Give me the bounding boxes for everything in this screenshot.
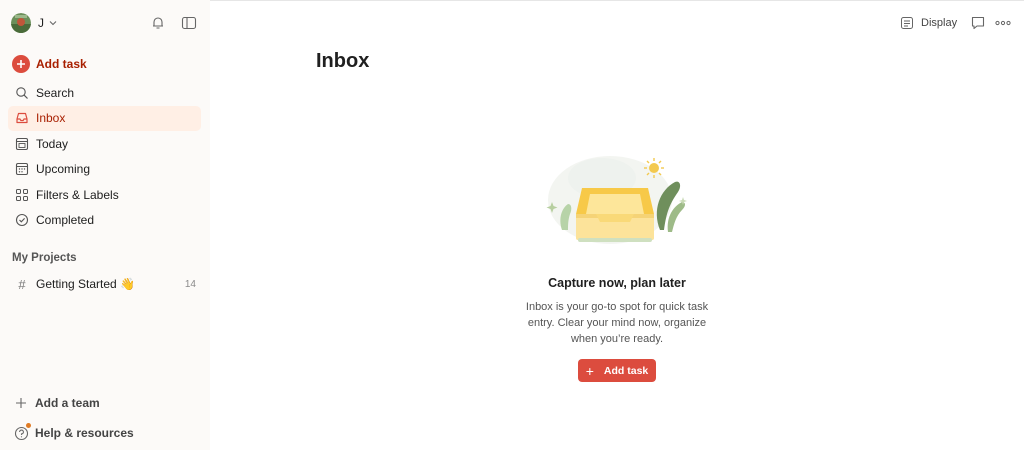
sidebar-item-project[interactable]: # Getting Started 👋 14 xyxy=(8,272,201,296)
sidebar-item-inbox[interactable]: Inbox xyxy=(8,105,201,131)
upcoming-calendar-icon xyxy=(14,161,30,177)
sidebar-item-today[interactable]: Today xyxy=(8,131,201,157)
my-projects-heading[interactable]: My Projects xyxy=(12,252,77,264)
plus-circle-icon xyxy=(12,55,30,73)
add-task-button-label: Add task xyxy=(603,364,649,377)
sidebar-add-task-button[interactable]: Add task xyxy=(12,54,87,74)
sidebar-nav: Search Inbox Today Upcoming Filters & La… xyxy=(8,80,201,233)
notifications-bell-icon[interactable] xyxy=(149,14,167,32)
empty-state-description-line: entry. Clear your mind now, organize xyxy=(527,317,707,329)
sidebar-item-upcoming[interactable]: Upcoming xyxy=(8,157,201,183)
sidebar-item-label: Today xyxy=(36,136,69,151)
plus-icon xyxy=(12,394,30,412)
project-task-count: 14 xyxy=(184,278,196,290)
avatar xyxy=(11,13,31,33)
search-icon xyxy=(14,85,30,101)
add-team-label: Add a team xyxy=(35,396,100,410)
comments-icon[interactable] xyxy=(970,13,986,33)
check-circle-icon xyxy=(14,212,30,228)
project-label: Getting Started 👋 xyxy=(36,277,135,291)
display-settings-icon xyxy=(899,15,915,31)
empty-state-description-line: Inbox is your go-to spot for quick task xyxy=(525,301,709,313)
empty-state-description-line: when you’re ready. xyxy=(570,333,664,345)
inbox-icon xyxy=(14,110,30,126)
user-menu[interactable]: J xyxy=(11,13,58,33)
sidebar-item-label: Filters & Labels xyxy=(36,187,119,202)
empty-state-description: Inbox is your go-to spot for quick task … xyxy=(512,299,722,347)
notification-dot xyxy=(26,423,31,428)
sidebar-add-task-label: Add task xyxy=(36,57,87,71)
more-options-icon[interactable] xyxy=(994,13,1012,33)
user-name: J xyxy=(38,16,44,30)
sidebar: J Add task Search Inbox Today Upcoming F… xyxy=(0,0,210,450)
display-button[interactable]: Display xyxy=(899,13,957,33)
help-circle-icon xyxy=(12,423,31,442)
toggle-sidebar-icon[interactable] xyxy=(180,14,198,32)
help-label: Help & resources xyxy=(35,426,134,440)
sidebar-item-label: Completed xyxy=(36,213,95,228)
filters-grid-icon xyxy=(14,187,30,203)
add-team-button[interactable]: Add a team xyxy=(12,393,100,413)
add-task-button[interactable]: + Add task xyxy=(578,359,656,382)
sidebar-item-label: Search xyxy=(36,85,75,100)
sidebar-item-completed[interactable]: Completed xyxy=(8,208,201,234)
sidebar-item-label: Upcoming xyxy=(36,162,91,177)
app-window: J Add task Search Inbox Today Upcoming F… xyxy=(0,0,1024,450)
empty-state-title: Capture now, plan later xyxy=(548,276,686,290)
plus-icon: + xyxy=(585,362,594,379)
page-title: Inbox xyxy=(316,50,370,72)
display-label: Display xyxy=(921,17,958,29)
help-resources-button[interactable]: Help & resources xyxy=(12,423,134,443)
today-calendar-icon xyxy=(14,136,30,152)
empty-inbox-illustration xyxy=(546,156,687,244)
sidebar-item-search[interactable]: Search xyxy=(8,80,201,106)
sidebar-item-filters-labels[interactable]: Filters & Labels xyxy=(8,182,201,208)
hash-icon: # xyxy=(18,276,26,292)
chevron-down-icon xyxy=(49,21,57,26)
sidebar-item-label: Inbox xyxy=(36,111,66,126)
